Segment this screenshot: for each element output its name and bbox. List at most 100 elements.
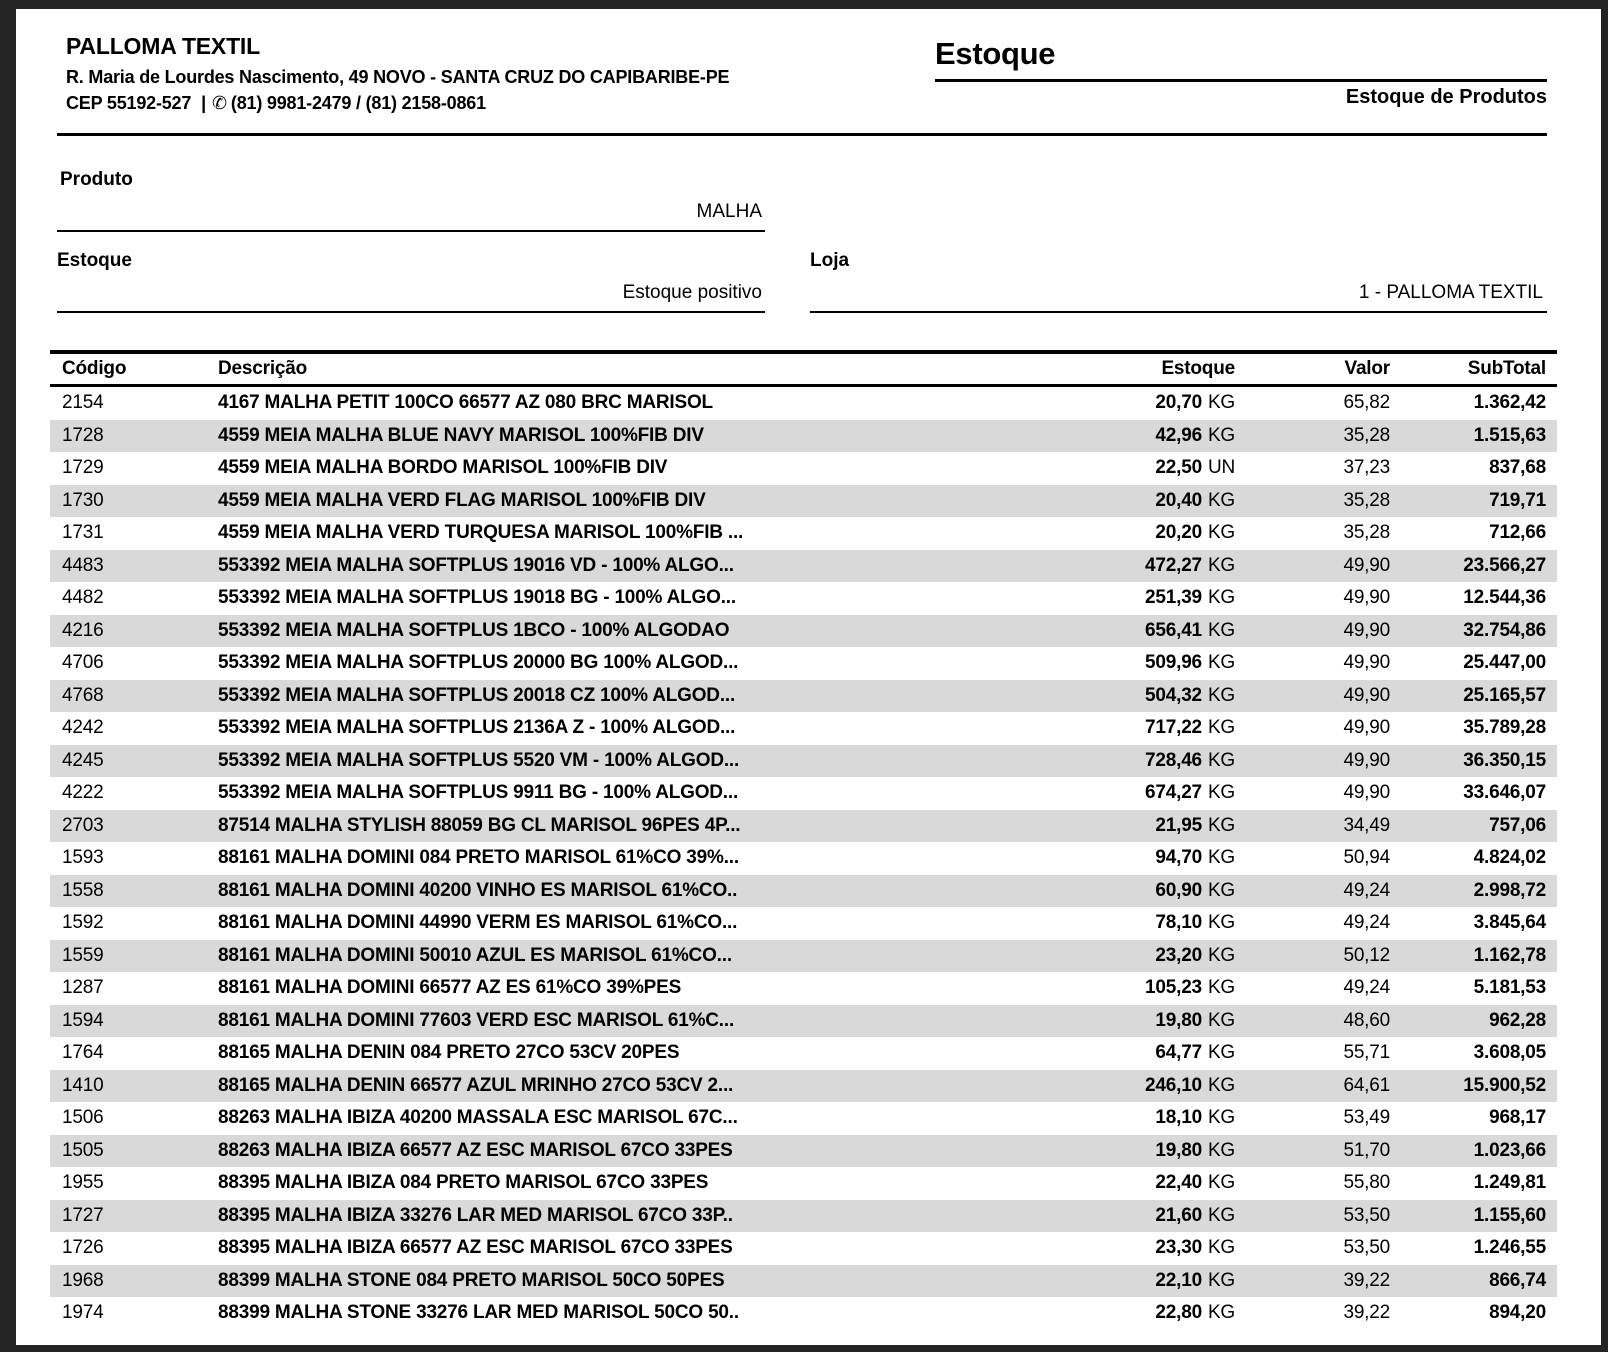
stock-table: Código Descrição Estoque Valor SubTotal … (50, 350, 1557, 1330)
cell-estoque: 246,10KG (1045, 1070, 1235, 1103)
table-row: 1410 88165 MALHA DENIN 66577 AZUL MRINHO… (50, 1070, 1557, 1103)
cell-valor: 39,22 (1235, 1265, 1390, 1298)
table-header-row: Código Descrição Estoque Valor SubTotal (50, 352, 1557, 386)
cell-descricao: 88165 MALHA DENIN 66577 AZUL MRINHO 27CO… (218, 1070, 1045, 1103)
filter-produto-value: MALHA (697, 201, 762, 223)
cell-subtotal: 23.566,27 (1390, 550, 1557, 583)
report-page: PALLOMA TEXTIL R. Maria de Lourdes Nasci… (16, 9, 1601, 1345)
report-viewer: { "header": { "company_name": "PALLOMA T… (0, 0, 1608, 1352)
table-body: 2154 4167 MALHA PETIT 100CO 66577 AZ 080… (50, 386, 1557, 1330)
column-header-subtotal: SubTotal (1390, 352, 1557, 386)
cell-estoque: 656,41KG (1045, 615, 1235, 648)
cell-estoque: 22,10KG (1045, 1265, 1235, 1298)
cell-estoque: 23,20KG (1045, 940, 1235, 973)
cell-subtotal: 866,74 (1390, 1265, 1557, 1298)
table-row: 4483 553392 MEIA MALHA SOFTPLUS 19016 VD… (50, 550, 1557, 583)
cell-valor: 35,28 (1235, 420, 1390, 453)
table-row: 1287 88161 MALHA DOMINI 66577 AZ ES 61%C… (50, 972, 1557, 1005)
cell-descricao: 4167 MALHA PETIT 100CO 66577 AZ 080 BRC … (218, 386, 1045, 420)
cell-estoque: 64,77KG (1045, 1037, 1235, 1070)
cell-codigo: 1727 (50, 1200, 218, 1233)
cell-descricao: 4559 MEIA MALHA VERD FLAG MARISOL 100%FI… (218, 485, 1045, 518)
cell-subtotal: 1.246,55 (1390, 1232, 1557, 1265)
cell-descricao: 88395 MALHA IBIZA 66577 AZ ESC MARISOL 6… (218, 1232, 1045, 1265)
cell-codigo: 1730 (50, 485, 218, 518)
cell-valor: 53,50 (1235, 1232, 1390, 1265)
cell-codigo: 1729 (50, 452, 218, 485)
table-row: 4768 553392 MEIA MALHA SOFTPLUS 20018 CZ… (50, 680, 1557, 713)
company-cep: CEP 55192-527 (66, 93, 191, 113)
table-row: 1505 88263 MALHA IBIZA 66577 AZ ESC MARI… (50, 1135, 1557, 1168)
cell-descricao: 88263 MALHA IBIZA 66577 AZ ESC MARISOL 6… (218, 1135, 1045, 1168)
table-row: 4222 553392 MEIA MALHA SOFTPLUS 9911 BG … (50, 777, 1557, 810)
cell-descricao: 4559 MEIA MALHA BORDO MARISOL 100%FIB DI… (218, 452, 1045, 485)
cell-valor: 35,28 (1235, 485, 1390, 518)
cell-codigo: 1731 (50, 517, 218, 550)
cell-subtotal: 1.249,81 (1390, 1167, 1557, 1200)
column-header-estoque: Estoque (1045, 352, 1235, 386)
table-row: 2703 87514 MALHA STYLISH 88059 BG CL MAR… (50, 810, 1557, 843)
cell-descricao: 553392 MEIA MALHA SOFTPLUS 19018 BG - 10… (218, 582, 1045, 615)
cell-descricao: 553392 MEIA MALHA SOFTPLUS 1BCO - 100% A… (218, 615, 1045, 648)
cell-subtotal: 36.350,15 (1390, 745, 1557, 778)
cell-estoque: 22,50UN (1045, 452, 1235, 485)
cell-descricao: 4559 MEIA MALHA BLUE NAVY MARISOL 100%FI… (218, 420, 1045, 453)
filter-estoque-label: Estoque (57, 250, 132, 272)
page-subtitle: Estoque de Produtos (1346, 86, 1547, 109)
cell-estoque: 19,80KG (1045, 1005, 1235, 1038)
cell-subtotal: 1.023,66 (1390, 1135, 1557, 1168)
cell-descricao: 88395 MALHA IBIZA 33276 LAR MED MARISOL … (218, 1200, 1045, 1233)
cell-valor: 35,28 (1235, 517, 1390, 550)
cell-estoque: 509,96KG (1045, 647, 1235, 680)
cell-estoque: 60,90KG (1045, 875, 1235, 908)
cell-estoque: 20,70KG (1045, 386, 1235, 420)
cell-valor: 49,90 (1235, 680, 1390, 713)
cell-descricao: 88161 MALHA DOMINI 40200 VINHO ES MARISO… (218, 875, 1045, 908)
table-row: 1764 88165 MALHA DENIN 084 PRETO 27CO 53… (50, 1037, 1557, 1070)
cell-estoque: 22,80KG (1045, 1297, 1235, 1330)
cell-codigo: 1505 (50, 1135, 218, 1168)
cell-valor: 49,24 (1235, 907, 1390, 940)
cell-descricao: 553392 MEIA MALHA SOFTPLUS 19016 VD - 10… (218, 550, 1045, 583)
table-row: 1593 88161 MALHA DOMINI 084 PRETO MARISO… (50, 842, 1557, 875)
column-header-descricao: Descrição (218, 352, 1045, 386)
cell-valor: 49,24 (1235, 875, 1390, 908)
cell-descricao: 88399 MALHA STONE 084 PRETO MARISOL 50CO… (218, 1265, 1045, 1298)
cell-valor: 53,49 (1235, 1102, 1390, 1135)
cell-codigo: 1726 (50, 1232, 218, 1265)
table-row: 2154 4167 MALHA PETIT 100CO 66577 AZ 080… (50, 386, 1557, 420)
cell-descricao: 88161 MALHA DOMINI 084 PRETO MARISOL 61%… (218, 842, 1045, 875)
cell-codigo: 4245 (50, 745, 218, 778)
cell-valor: 48,60 (1235, 1005, 1390, 1038)
cell-descricao: 88161 MALHA DOMINI 77603 VERD ESC MARISO… (218, 1005, 1045, 1038)
cell-codigo: 1728 (50, 420, 218, 453)
cell-valor: 49,90 (1235, 647, 1390, 680)
cell-estoque: 20,20KG (1045, 517, 1235, 550)
cell-subtotal: 1.362,42 (1390, 386, 1557, 420)
cell-estoque: 78,10KG (1045, 907, 1235, 940)
cell-valor: 37,23 (1235, 452, 1390, 485)
cell-codigo: 2154 (50, 386, 218, 420)
cell-valor: 53,50 (1235, 1200, 1390, 1233)
cell-estoque: 472,27KG (1045, 550, 1235, 583)
cell-subtotal: 894,20 (1390, 1297, 1557, 1330)
cell-valor: 50,12 (1235, 940, 1390, 973)
cell-subtotal: 12.544,36 (1390, 582, 1557, 615)
cell-subtotal: 962,28 (1390, 1005, 1557, 1038)
cell-estoque: 728,46KG (1045, 745, 1235, 778)
cell-codigo: 1558 (50, 875, 218, 908)
table-row: 1974 88399 MALHA STONE 33276 LAR MED MAR… (50, 1297, 1557, 1330)
cell-descricao: 553392 MEIA MALHA SOFTPLUS 20018 CZ 100%… (218, 680, 1045, 713)
cell-subtotal: 2.998,72 (1390, 875, 1557, 908)
cell-valor: 49,90 (1235, 582, 1390, 615)
table-row: 1955 88395 MALHA IBIZA 084 PRETO MARISOL… (50, 1167, 1557, 1200)
table-row: 1731 4559 MEIA MALHA VERD TURQUESA MARIS… (50, 517, 1557, 550)
cell-descricao: 88165 MALHA DENIN 084 PRETO 27CO 53CV 20… (218, 1037, 1045, 1070)
filter-loja-underline (810, 311, 1547, 313)
cell-descricao: 88399 MALHA STONE 33276 LAR MED MARISOL … (218, 1297, 1045, 1330)
cell-estoque: 23,30KG (1045, 1232, 1235, 1265)
cell-valor: 49,90 (1235, 745, 1390, 778)
cell-subtotal: 968,17 (1390, 1102, 1557, 1135)
cell-codigo: 1559 (50, 940, 218, 973)
cell-estoque: 21,60KG (1045, 1200, 1235, 1233)
